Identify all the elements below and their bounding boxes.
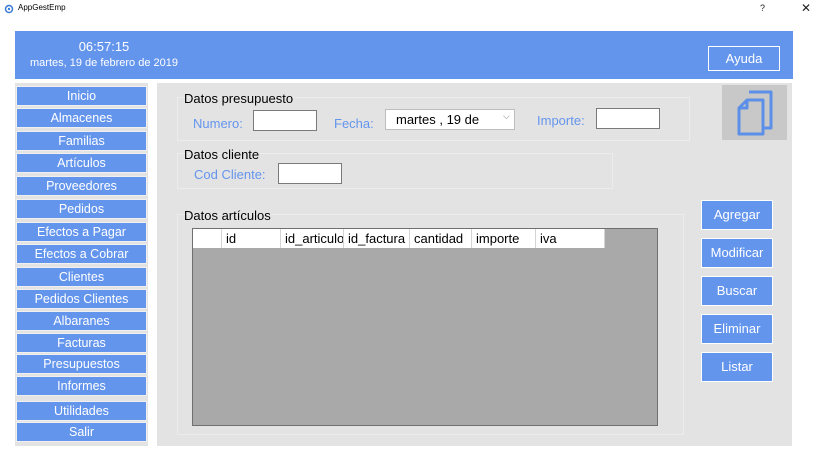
importe-input[interactable]	[596, 108, 660, 129]
nav-pedidos[interactable]: Pedidos	[16, 199, 147, 219]
title-bar	[0, 0, 819, 22]
importe-label: Importe:	[537, 113, 585, 128]
row-header-corner[interactable]	[193, 229, 222, 248]
nav-pedidos-clientes[interactable]: Pedidos Clientes	[16, 289, 147, 309]
nav-facturas[interactable]: Facturas	[16, 333, 147, 353]
chevron-down-icon[interactable]: ⌵	[503, 111, 510, 122]
buscar-button[interactable]: Buscar	[701, 276, 773, 306]
nav-informes[interactable]: Informes	[16, 376, 147, 396]
nav-articulos[interactable]: Artículos	[16, 153, 147, 173]
eliminar-button[interactable]: Eliminar	[701, 314, 773, 344]
nav-proveedores[interactable]: Proveedores	[16, 176, 147, 196]
column-header[interactable]: cantidad	[410, 229, 472, 248]
grid-header: id id_articulo id_factura cantidad impor…	[193, 229, 605, 248]
nav-efectos-cobrar[interactable]: Efectos a Cobrar	[16, 244, 147, 264]
document-icon	[737, 90, 773, 136]
agregar-button[interactable]: Agregar	[701, 200, 773, 230]
clock-time: 06:57:15	[78, 39, 130, 54]
help-button[interactable]: Ayuda	[708, 46, 780, 71]
nav-albaranes[interactable]: Albaranes	[16, 311, 147, 331]
modificar-button[interactable]: Modificar	[701, 238, 773, 268]
window-title: AppGestEmp	[18, 3, 66, 12]
nav-clientes[interactable]: Clientes	[16, 267, 147, 287]
nav-utilidades[interactable]: Utilidades	[16, 401, 147, 421]
column-header[interactable]: id_articulo	[281, 229, 344, 248]
cliente-group-title: Datos cliente	[184, 147, 260, 162]
column-header[interactable]: id_factura	[344, 229, 410, 248]
listar-button[interactable]: Listar	[701, 352, 773, 382]
nav-salir[interactable]: Salir	[16, 422, 147, 442]
numero-label: Numero:	[193, 116, 243, 131]
close-icon[interactable]: ✕	[801, 1, 811, 15]
current-date: martes, 19 de febrero de 2019	[30, 57, 178, 69]
articulos-group-title: Datos artículos	[184, 208, 271, 223]
nav-presupuestos[interactable]: Presupuestos	[16, 354, 147, 374]
articulos-grid[interactable]	[192, 228, 658, 426]
fecha-datepicker[interactable]: martes , 19 de	[385, 109, 515, 130]
nav-inicio[interactable]: Inicio	[16, 86, 147, 106]
numero-input[interactable]	[253, 110, 317, 131]
help-icon[interactable]: ?	[760, 3, 765, 13]
fecha-label: Fecha:	[334, 116, 374, 131]
cod-cliente-input[interactable]	[278, 163, 342, 184]
app-icon	[4, 4, 14, 14]
cod-cliente-label: Cod Cliente:	[194, 167, 266, 182]
nav-efectos-pagar[interactable]: Efectos a Pagar	[16, 222, 147, 242]
presupuesto-group-title: Datos presupuesto	[184, 91, 294, 106]
nav-almacenes[interactable]: Almacenes	[16, 108, 147, 128]
column-header[interactable]: id	[222, 229, 281, 248]
nav-familias[interactable]: Familias	[16, 131, 147, 151]
column-header[interactable]: iva	[536, 229, 605, 248]
column-header[interactable]: importe	[472, 229, 536, 248]
